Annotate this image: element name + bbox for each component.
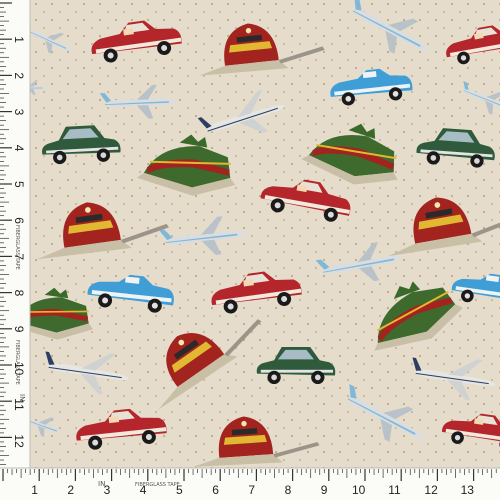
left-tape-unit: IN	[18, 394, 26, 401]
left-tape-number: 3	[12, 109, 26, 116]
left-tape-number: 1	[12, 36, 26, 43]
left-tape-number: 9	[12, 326, 26, 333]
left-tape-number: 6	[12, 217, 26, 224]
left-measuring-tape: 123456789101112 FIBERGLASS TAPE FIBERGLA…	[0, 0, 31, 500]
bottom-tape-number: 8	[285, 483, 292, 497]
bottom-tape-unit: IN	[98, 480, 105, 488]
bottom-tape-number: 10	[352, 483, 366, 497]
bottom-tape-number: 9	[321, 483, 328, 497]
bottom-tape-number: 7	[248, 483, 255, 497]
bottom-tape-number: 6	[212, 483, 219, 497]
bottom-tape-number: 13	[461, 483, 475, 497]
left-tape-number: 4	[12, 145, 26, 152]
bottom-tape-number: 1	[31, 483, 38, 497]
left-tape-number: 5	[12, 181, 26, 188]
bottom-tape-number: 2	[67, 483, 74, 497]
bottom-tape-label: FIBERGLASS TAPE	[135, 482, 180, 488]
fabric-swatch-photo: 123456789101112 FIBERGLASS TAPE FIBERGLA…	[0, 0, 500, 500]
left-tape-label: FIBERGLASS TAPE	[14, 225, 20, 270]
left-tape-number: 2	[12, 72, 26, 79]
left-tape-label: FIBERGLASS TAPE	[14, 340, 20, 385]
left-tape-number: 12	[12, 434, 26, 448]
bottom-tape-number: 11	[388, 483, 401, 497]
bottom-measuring-tape: 1 2 3 4 5 6 7 8 9 10 11 12 13 FIBERGLASS TAPE IN	[0, 467, 500, 500]
left-tape-number: 8	[12, 290, 26, 297]
bottom-tape-number: 12	[424, 483, 438, 497]
